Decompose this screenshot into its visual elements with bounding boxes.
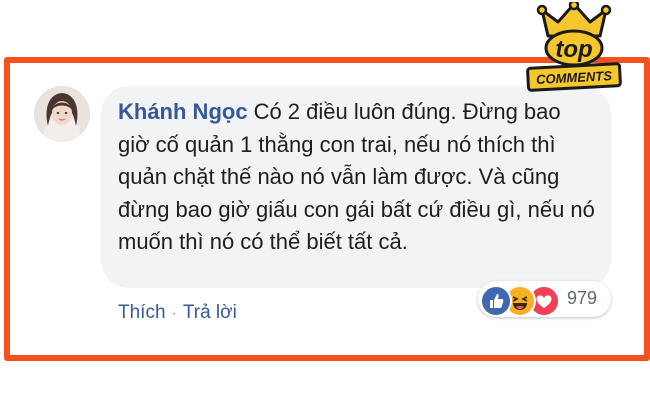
reaction-summary[interactable]: 979 xyxy=(478,281,611,317)
comment-author[interactable]: Khánh Ngọc xyxy=(118,99,248,124)
action-separator: · xyxy=(171,305,177,322)
comment-body: Khánh Ngọc Có 2 điều luôn đúng. Đừng bao … xyxy=(118,96,598,259)
like-link[interactable]: Thích xyxy=(118,302,166,323)
reply-link[interactable]: Trả lời xyxy=(183,302,237,323)
comment-actions: Thích · Trả lời xyxy=(118,302,237,324)
reaction-count: 979 xyxy=(567,288,598,308)
avatar[interactable] xyxy=(34,86,90,142)
badge-top-label: top xyxy=(555,36,592,63)
like-icon xyxy=(480,285,512,317)
top-comments-logo: top COMMENTS xyxy=(526,2,622,92)
